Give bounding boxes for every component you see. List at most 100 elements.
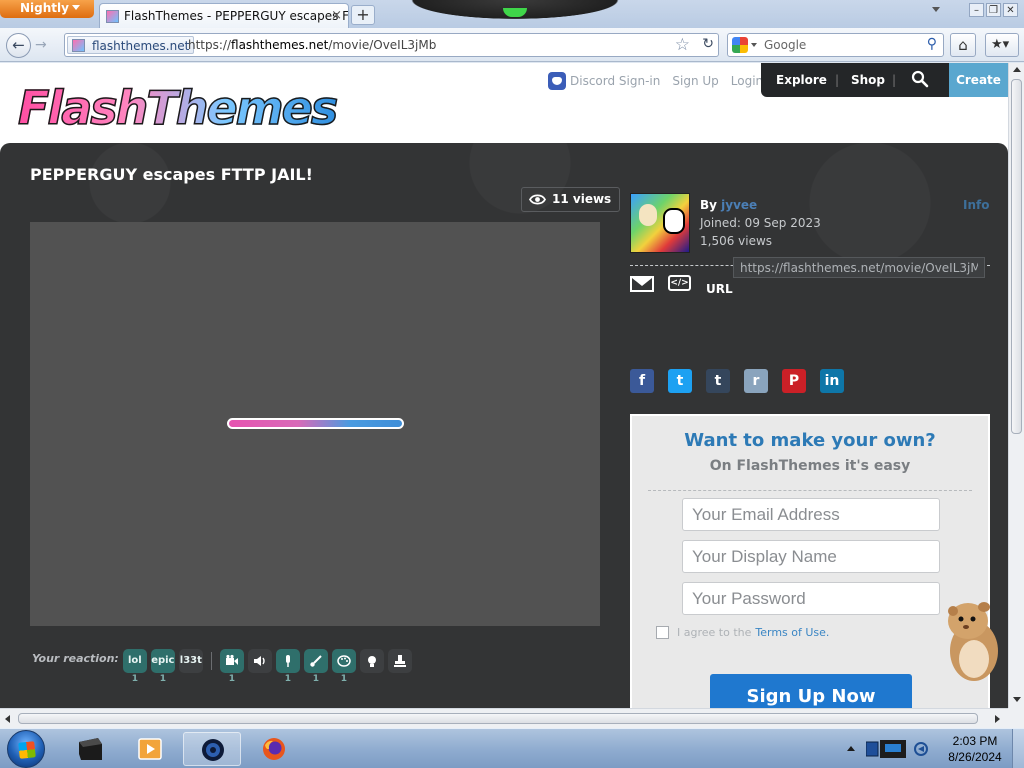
- embed-code-icon[interactable]: </>: [668, 275, 691, 291]
- show-hidden-icons-icon[interactable]: [847, 746, 855, 751]
- back-button[interactable]: ←: [6, 33, 31, 58]
- loading-progress-bar: [227, 418, 404, 429]
- top-links: Discord Sign-in Sign Up Login: [548, 71, 775, 91]
- reaction-count: 1: [159, 674, 166, 684]
- restore-button[interactable]: ❐: [986, 3, 1001, 17]
- site-identity-label: flashthemes.net: [92, 39, 190, 53]
- discord-icon[interactable]: [548, 72, 566, 90]
- search-icon[interactable]: [911, 70, 929, 88]
- author-name-link[interactable]: jyvee: [721, 198, 757, 212]
- nav-separator: |: [892, 73, 897, 87]
- pinterest-share-icon[interactable]: P: [782, 369, 806, 393]
- search-bar[interactable]: Google ⚲: [727, 33, 944, 57]
- terms-link[interactable]: Terms of Use.: [755, 626, 829, 639]
- url-text[interactable]: https://flashthemes.net/movie/OveIL3jMb: [188, 38, 436, 52]
- author-avatar[interactable]: [630, 193, 690, 253]
- horizontal-scrollbar[interactable]: [0, 708, 1008, 728]
- signup-link[interactable]: Sign Up: [672, 74, 718, 88]
- nav-explore[interactable]: Explore: [776, 73, 827, 87]
- site-identity-button[interactable]: flashthemes.net: [67, 36, 195, 54]
- twitter-share-icon[interactable]: t: [668, 369, 692, 393]
- scroll-left-icon[interactable]: [5, 715, 10, 723]
- login-link[interactable]: Login: [731, 74, 763, 88]
- view-count: 11 views: [552, 192, 612, 206]
- reaction-idea-button[interactable]: [359, 649, 384, 673]
- bookmarks-button[interactable]: ★▾: [985, 33, 1019, 57]
- nav-shop[interactable]: Shop: [851, 73, 885, 87]
- nav-create-button[interactable]: Create: [949, 63, 1008, 97]
- reaction-camera-button[interactable]: 1: [219, 649, 244, 684]
- tray-icons: [866, 740, 928, 758]
- clock-time[interactable]: 2:03 PM: [951, 734, 999, 748]
- window-controls: – ❐ ✕: [969, 3, 1018, 17]
- movie-player[interactable]: [30, 222, 600, 626]
- reaction-lol-button[interactable]: lol 1: [122, 649, 147, 684]
- close-window-button[interactable]: ✕: [1003, 3, 1018, 17]
- start-button[interactable]: [7, 730, 45, 768]
- share-url-field[interactable]: [733, 257, 985, 278]
- tumblr-share-icon[interactable]: t: [706, 369, 730, 393]
- movie-title: PEPPERGUY escapes FTTP JAIL!: [30, 165, 313, 184]
- palette-icon: [337, 655, 351, 667]
- home-button[interactable]: ⌂: [950, 33, 976, 57]
- reaction-count: 1: [340, 674, 347, 684]
- reaction-l33t-button[interactable]: l33t: [178, 649, 203, 673]
- scroll-up-icon[interactable]: [1013, 67, 1021, 72]
- password-field[interactable]: [682, 582, 940, 615]
- vertical-scrollbar[interactable]: [1008, 63, 1024, 708]
- vertical-scroll-thumb[interactable]: [1011, 79, 1022, 434]
- reaction-palette-button[interactable]: 1: [331, 649, 356, 684]
- discord-signin-link[interactable]: Discord Sign-in: [570, 74, 660, 88]
- site-logo[interactable]: FlashThemes: [17, 80, 339, 136]
- lightbulb-icon: [367, 656, 376, 667]
- horizontal-scroll-thumb[interactable]: [18, 713, 978, 724]
- terminal-icon: [79, 738, 102, 760]
- terms-checkbox[interactable]: [656, 626, 669, 639]
- search-icon[interactable]: ⚲: [927, 36, 937, 52]
- tab-list-icon[interactable]: [932, 7, 940, 12]
- reaction-count: 1: [312, 674, 319, 684]
- reddit-share-icon[interactable]: r: [744, 369, 768, 393]
- taskbar-app-browser-active[interactable]: [183, 732, 241, 766]
- tab-active[interactable]: FlashThemes - PEPPERGUY escapes FTT... ×: [99, 3, 349, 28]
- linkedin-share-icon[interactable]: in: [820, 369, 844, 393]
- facebook-share-icon[interactable]: f: [630, 369, 654, 393]
- show-desktop-button[interactable]: [1012, 729, 1024, 768]
- email-icon[interactable]: [630, 276, 654, 292]
- scroll-down-icon[interactable]: [1013, 697, 1021, 702]
- tab-close-icon[interactable]: ×: [331, 8, 342, 23]
- chevron-down-icon[interactable]: [751, 43, 757, 47]
- reaction-brush-button[interactable]: 1: [303, 649, 328, 684]
- email-field[interactable]: [682, 498, 940, 531]
- site-favicon-icon: [106, 10, 119, 23]
- app-menu-button[interactable]: Nightly: [0, 0, 94, 18]
- video-camera-icon: [225, 654, 238, 665]
- signup-panel: Want to make your own? On FlashThemes it…: [630, 414, 990, 708]
- reaction-bar: Your reaction: lol 1 epic 1 l33t 1 1 1 1: [32, 649, 416, 684]
- bookmark-star-icon[interactable]: ☆: [675, 35, 690, 55]
- forward-button[interactable]: →: [35, 37, 47, 53]
- reaction-stamp-button[interactable]: [387, 649, 412, 673]
- taskbar-app-firefox[interactable]: [245, 732, 303, 766]
- taskbar-app-media-player[interactable]: [121, 732, 179, 766]
- reaction-mic-button[interactable]: 1: [275, 649, 300, 684]
- browser-titlebar: Nightly FlashThemes - PEPPERGUY escapes …: [0, 0, 1024, 28]
- view-count-badge: 11 views: [521, 187, 621, 212]
- scroll-right-icon[interactable]: [995, 715, 1000, 723]
- reload-icon[interactable]: ↻: [702, 36, 714, 52]
- reaction-epic-label: epic: [151, 655, 175, 666]
- info-link[interactable]: Info: [963, 198, 989, 212]
- scrollbar-corner: [1008, 708, 1024, 728]
- taskbar-app-terminal[interactable]: [61, 732, 119, 766]
- theme-light-decoration: [503, 8, 527, 17]
- new-tab-button[interactable]: +: [351, 5, 375, 25]
- minimize-button[interactable]: –: [969, 3, 984, 17]
- address-bar[interactable]: flashthemes.net https://flashthemes.net/…: [64, 33, 719, 57]
- firefox-icon: [263, 738, 285, 760]
- clock-date[interactable]: 8/26/2024: [945, 750, 1005, 764]
- google-icon[interactable]: [732, 37, 748, 53]
- reaction-epic-button[interactable]: epic 1: [150, 649, 175, 684]
- reaction-sound-button[interactable]: [247, 649, 272, 673]
- signup-button[interactable]: Sign Up Now: [710, 674, 912, 708]
- display-name-field[interactable]: [682, 540, 940, 573]
